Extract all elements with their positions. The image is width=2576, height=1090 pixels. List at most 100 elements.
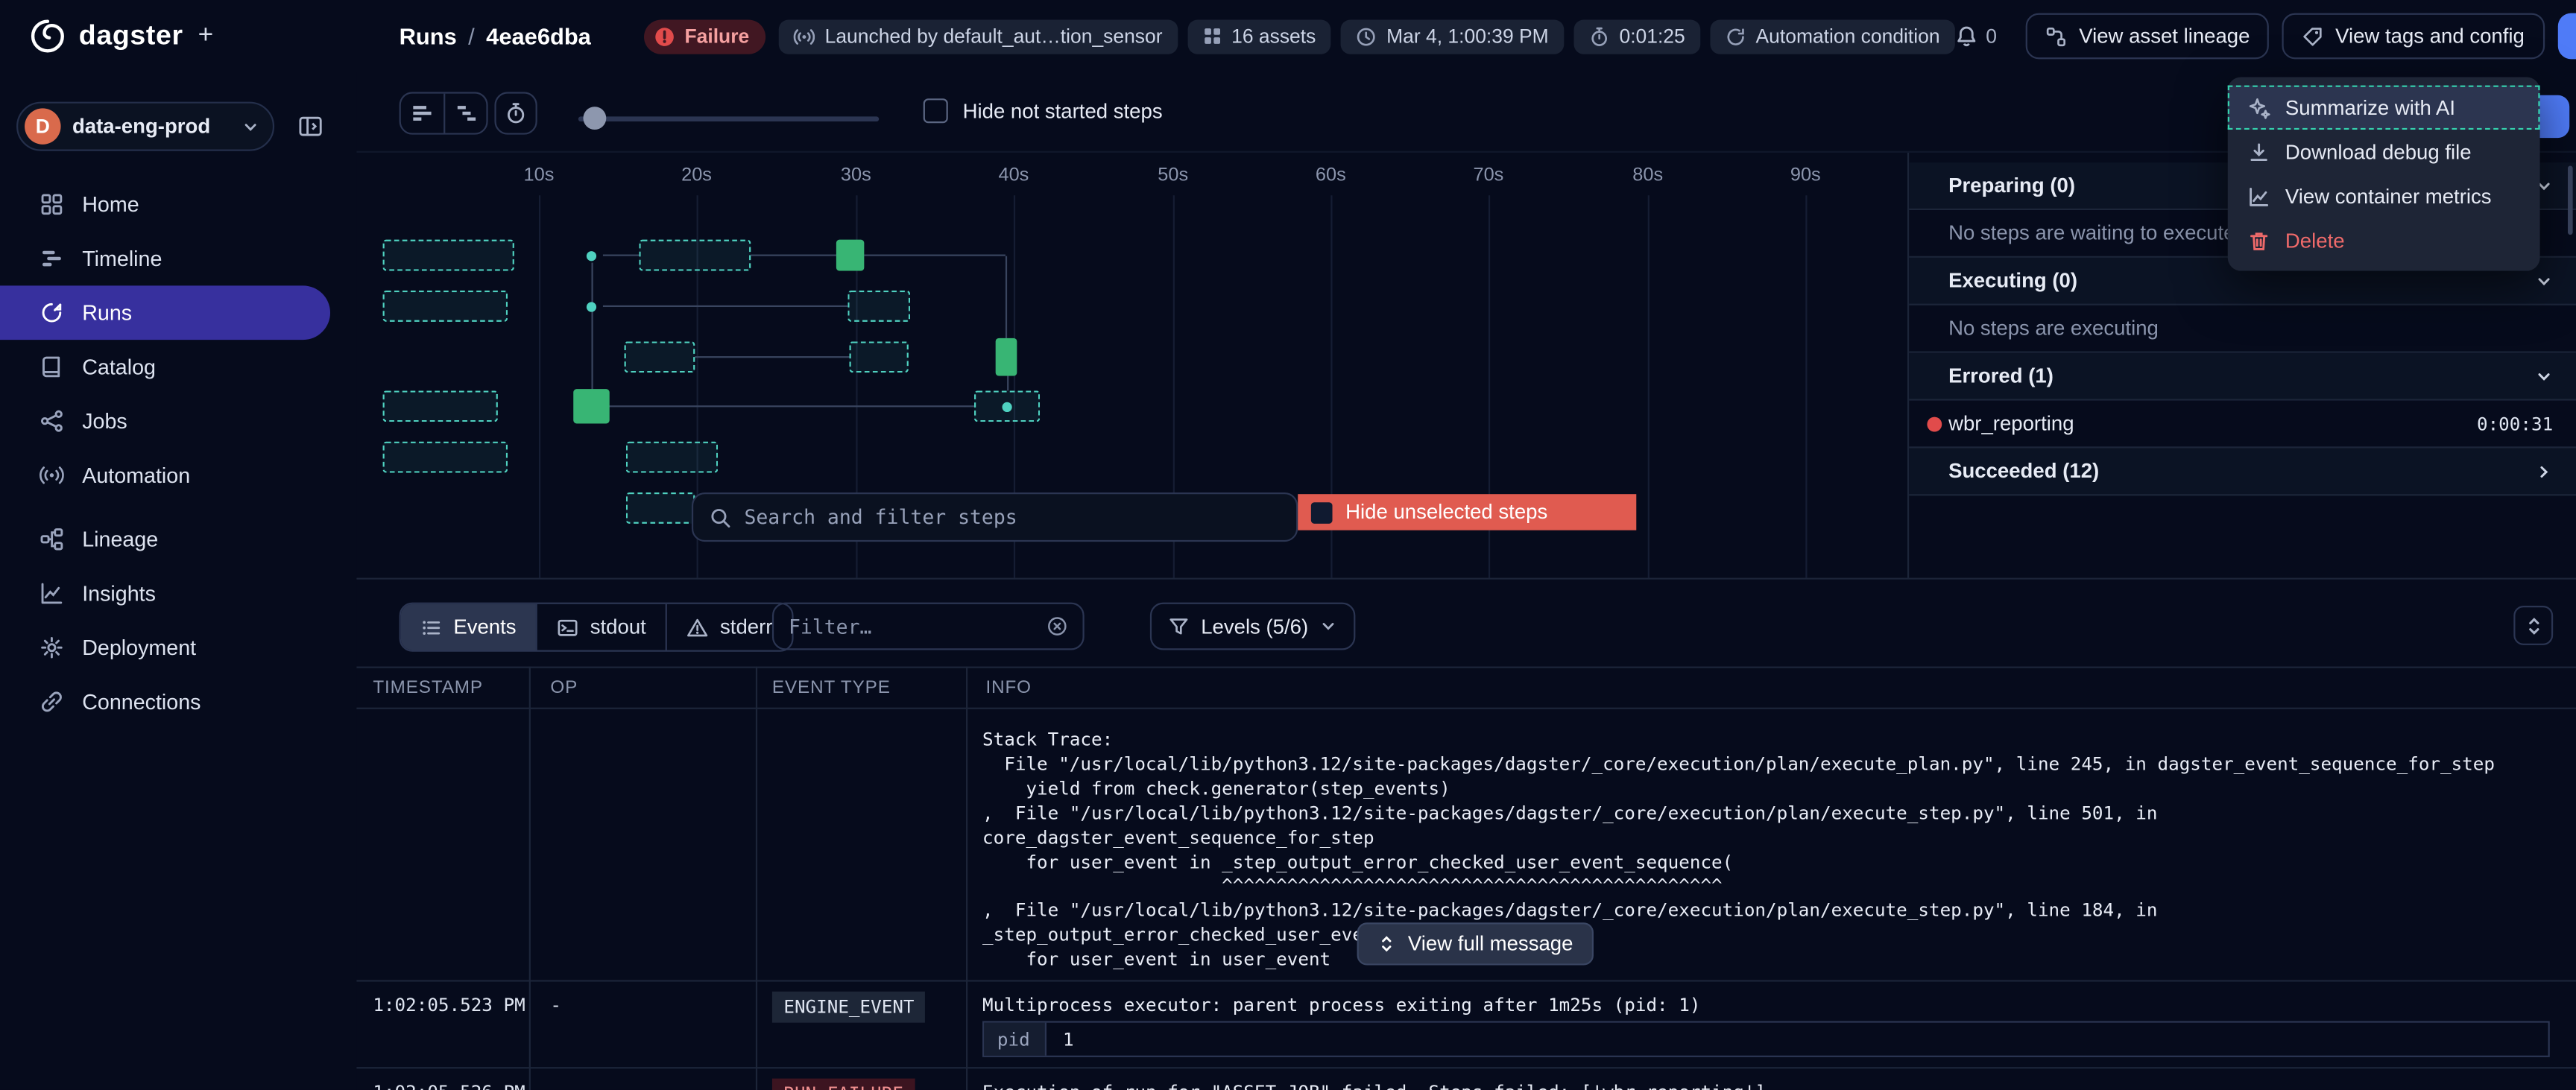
gantt-zoom-slider-track[interactable]	[578, 116, 879, 121]
workspace-avatar: D	[25, 108, 60, 144]
tag-duration[interactable]: 0:01:25	[1573, 19, 1700, 53]
gantt-step-bar[interactable]	[383, 291, 508, 322]
gantt-waterfall-layout-button[interactable]	[443, 94, 486, 133]
log-event-type-badge: ENGINE_EVENT	[772, 992, 926, 1023]
log-row-run-failure[interactable]: 1:02:05.526 PM - RUN_FAILURE Execution o…	[356, 1068, 2576, 1090]
sidebar-item-insights[interactable]: Insights	[0, 566, 330, 621]
top-bar-actions: 0 View asset lineage View tags and confi…	[1954, 13, 2576, 60]
clear-filter-icon[interactable]	[1046, 615, 1068, 637]
view-full-message-button[interactable]: View full message	[1357, 922, 1593, 965]
tag-icon	[2302, 25, 2324, 47]
sidebar: D data-eng-prod Home	[0, 72, 356, 1090]
section-succeeded-header[interactable]: Succeeded (12)	[1909, 449, 2576, 496]
log-event-type-badge: RUN_FAILURE	[772, 1079, 915, 1090]
step-search-box[interactable]: Search and filter steps	[692, 492, 1298, 542]
gantt-connector-line	[864, 255, 1006, 256]
tab-stderr-label: stderr	[720, 615, 772, 639]
menu-item-summarize-ai[interactable]: Summarize with AI	[2228, 86, 2540, 130]
sidebar-item-connections[interactable]: Connections	[0, 675, 330, 729]
gantt-step-bar[interactable]	[836, 240, 864, 271]
sidebar-item-home[interactable]: Home	[0, 177, 330, 232]
log-filter-input[interactable]: Filter…	[772, 603, 1085, 650]
sidebar-item-label: Runs	[82, 300, 132, 325]
menu-item-download-debug[interactable]: Download debug file	[2228, 130, 2540, 174]
automation-icon	[1725, 25, 1746, 47]
gantt-step-bar[interactable]	[625, 341, 695, 373]
automation-icon	[40, 463, 64, 487]
log-metadata-table: pid 1	[982, 1021, 2550, 1056]
gantt-step-bar[interactable]	[573, 389, 609, 423]
gantt-timing-toggle-button[interactable]	[494, 92, 537, 134]
tab-stdout[interactable]: stdout	[536, 604, 666, 650]
gantt-step-bar[interactable]	[383, 390, 498, 422]
sidebar-item-lineage[interactable]: Lineage	[0, 512, 330, 566]
run-logs-panel: Events stdout stderr Filter…	[356, 578, 2576, 1090]
run-actions-menu: Summarize with AI Download debug file Vi…	[2228, 77, 2540, 271]
hide-unselected-checkbox[interactable]	[1311, 501, 1333, 523]
tag-launched-by[interactable]: Launched by default_aut…tion_sensor	[779, 19, 1177, 53]
sensor-icon	[794, 25, 815, 47]
view-tags-config-button[interactable]: View tags and config	[2283, 13, 2545, 60]
chevron-down-icon	[242, 118, 259, 136]
gantt-step-bar[interactable]	[996, 338, 1017, 376]
error-status-dot	[1927, 416, 1942, 431]
chevron-down-icon	[2535, 272, 2553, 290]
run-actions-dropdown-button[interactable]	[2557, 13, 2576, 60]
list-icon	[420, 616, 442, 638]
workspace-switcher[interactable]: D data-eng-prod	[16, 102, 274, 151]
metadata-value: 1	[1046, 1023, 1074, 1056]
log-message: Multiprocess executor: parent process ex…	[982, 995, 1700, 1016]
gantt-flat-layout-button[interactable]	[401, 94, 443, 133]
gantt-zoom-slider-knob[interactable]	[583, 107, 606, 130]
tab-events[interactable]: Events	[401, 604, 536, 650]
hide-not-started-label: Hide not started steps	[963, 99, 1163, 122]
collapse-sidebar-icon	[297, 113, 323, 139]
assets-grid-icon	[1202, 26, 1221, 45]
status-panel-scrollbar[interactable]	[2568, 166, 2573, 235]
breadcrumb-runs-link[interactable]: Runs	[400, 23, 457, 49]
app-window: dagster + Runs / 4eae6dba Failure Launch…	[0, 0, 2576, 1090]
sidebar-item-label: Home	[82, 192, 139, 217]
sidebar-item-catalog[interactable]: Catalog	[0, 340, 330, 394]
section-executing-empty-label: No steps are executing	[1948, 317, 2159, 340]
menu-item-delete[interactable]: Delete	[2228, 218, 2540, 262]
tag-assets[interactable]: 16 assets	[1187, 19, 1331, 53]
sidebar-item-runs[interactable]: Runs	[0, 285, 330, 340]
gantt-step-bar[interactable]	[847, 291, 910, 322]
gantt-connector-line	[591, 263, 593, 408]
section-errored-header[interactable]: Errored (1)	[1909, 353, 2576, 401]
dagster-logo[interactable]: dagster +	[30, 18, 357, 54]
sidebar-item-deployment[interactable]: Deployment	[0, 621, 330, 675]
sidebar-item-timeline[interactable]: Timeline	[0, 232, 330, 286]
collapse-sidebar-button[interactable]	[289, 105, 332, 148]
metadata-key: pid	[984, 1023, 1046, 1056]
log-view-tabs: Events stdout stderr	[400, 603, 795, 652]
hide-not-started-checkbox[interactable]	[924, 98, 948, 123]
alerts-indicator[interactable]: 0	[1954, 25, 1997, 48]
log-row-engine-event[interactable]: 1:02:05.523 PM - ENGINE_EVENT Multiproce…	[356, 982, 2576, 1069]
gantt-step-bar[interactable]	[639, 240, 751, 271]
sidebar-item-automation[interactable]: Automation	[0, 449, 330, 503]
expand-log-panel-button[interactable]	[2513, 606, 2553, 645]
tab-stdout-label: stdout	[590, 615, 646, 639]
view-asset-lineage-label: View asset lineage	[2079, 25, 2250, 48]
tag-automation-condition[interactable]: Automation condition	[1710, 19, 1955, 53]
gantt-gridline	[1648, 195, 1650, 577]
errored-step-row[interactable]: wbr_reporting 0:00:31	[1909, 401, 2576, 449]
status-badge-label: Failure	[684, 25, 749, 48]
gantt-connector-line	[751, 255, 836, 256]
tag-duration-label: 0:01:25	[1619, 25, 1685, 48]
errored-step-name: wbr_reporting	[1948, 412, 2074, 435]
gantt-step-bar[interactable]	[626, 442, 718, 473]
gantt-step-bar[interactable]	[626, 492, 695, 524]
gantt-step-bar[interactable]	[850, 341, 909, 373]
log-levels-dropdown[interactable]: Levels (5/6)	[1150, 603, 1356, 650]
gantt-step-bar[interactable]	[383, 240, 514, 271]
sidebar-item-label: Jobs	[82, 409, 127, 434]
runs-icon	[40, 300, 64, 325]
view-asset-lineage-button[interactable]: View asset lineage	[2027, 13, 2270, 60]
gantt-step-bar[interactable]	[383, 442, 508, 473]
tag-start-time[interactable]: Mar 4, 1:00:39 PM	[1340, 19, 1563, 53]
sidebar-item-jobs[interactable]: Jobs	[0, 394, 330, 449]
menu-item-container-metrics[interactable]: View container metrics	[2228, 174, 2540, 218]
